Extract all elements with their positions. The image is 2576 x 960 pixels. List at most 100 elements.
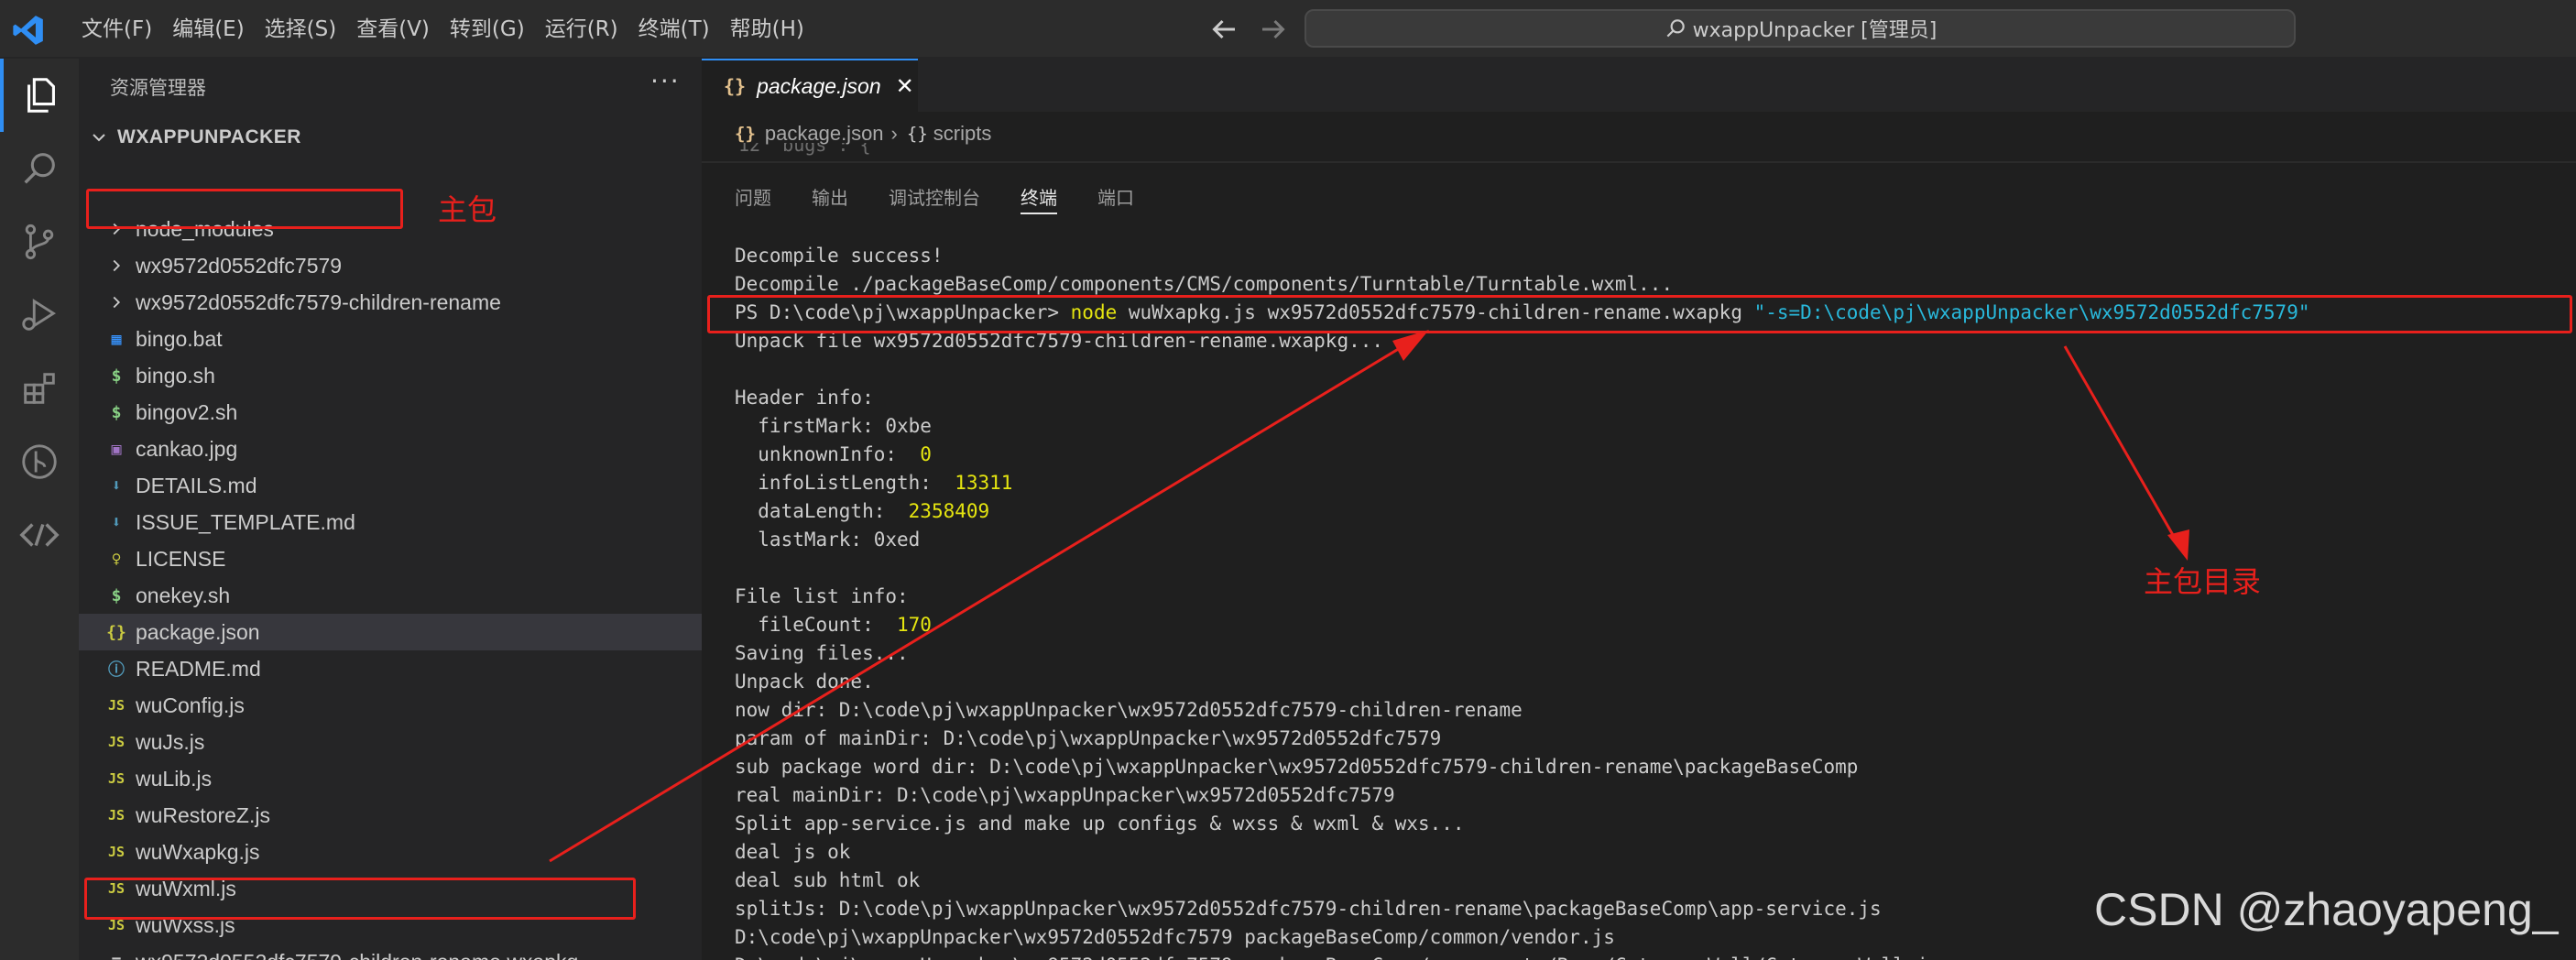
- more-actions-icon[interactable]: ···: [650, 66, 681, 96]
- tree-file[interactable]: JS wuWxapkg.js: [79, 834, 702, 870]
- tree-item-label: wuWxapkg.js: [136, 839, 260, 864]
- terminal-line: Split app-service.js and make up configs…: [735, 810, 2558, 838]
- panel-tab[interactable]: 调试控制台: [889, 183, 980, 214]
- tree-file[interactable]: $ bingo.sh: [79, 357, 702, 394]
- tree-file[interactable]: ▣ cankao.jpg: [79, 431, 702, 467]
- terminal-text: 170: [897, 614, 932, 636]
- tab-package-json[interactable]: {} package.json ✕: [702, 59, 918, 112]
- terminal-text: real mainDir: D:\code\pj\wxappUnpacker\w…: [735, 784, 1395, 806]
- tree-file[interactable]: ▦ bingo.bat: [79, 321, 702, 357]
- menu-item[interactable]: 终端(T): [628, 11, 720, 48]
- terminal-text: 0xed: [873, 529, 921, 551]
- tree-file[interactable]: ⓘ README.md: [79, 650, 702, 687]
- menu-item[interactable]: 文件(F): [71, 11, 162, 48]
- tree-file[interactable]: JS wuConfig.js: [79, 687, 702, 724]
- terminal-text: 0xbe: [885, 415, 932, 437]
- terminal-line: Header info:: [735, 384, 2558, 412]
- workspace-root[interactable]: WXAPPUNPACKER: [79, 119, 702, 156]
- terminal-text: fileCount:: [735, 614, 898, 636]
- tree-file[interactable]: ⬇ ISSUE_TEMPLATE.md: [79, 504, 702, 540]
- activity-run-debug[interactable]: [0, 278, 79, 352]
- panel-tab[interactable]: 终端: [1021, 183, 1057, 214]
- tree-item-label: wx9572d0552dfc7579: [136, 253, 343, 278]
- tree-item-label: wuJs.js: [136, 729, 205, 754]
- json-icon: {}: [724, 75, 747, 97]
- activity-remote[interactable]: [0, 498, 79, 572]
- annotation-box-command: [707, 295, 2572, 333]
- bottom-panel: 问题 输出 调试控制台 终端 端口 Decompile success! Decompil…: [702, 161, 2576, 960]
- tree-folder[interactable]: wx9572d0552dfc7579: [79, 247, 702, 284]
- tree-file[interactable]: ⬇ DETAILS.md: [79, 467, 702, 504]
- search-text: wxappUnpacker [管理员]: [1692, 19, 1937, 42]
- info-icon: ⓘ: [108, 660, 125, 680]
- run-debug-icon: [22, 299, 57, 331]
- activity-explorer[interactable]: [0, 59, 79, 132]
- activity-search[interactable]: [0, 132, 79, 205]
- license-icon: ♀: [111, 549, 122, 569]
- tree-item-label: LICENSE: [136, 546, 226, 571]
- tree-file[interactable]: {} package.json: [79, 614, 702, 650]
- terminal-text: now dir: D:\code\pj\wxappUnpacker\wx9572…: [735, 699, 1523, 721]
- terminal-line: sub package word dir: D:\code\pj\wxappUn…: [735, 753, 2558, 781]
- activity-extensions[interactable]: [0, 352, 79, 425]
- tab-title: package.json: [757, 73, 881, 98]
- workspace-root-label: WXAPPUNPACKER: [117, 126, 301, 147]
- panel-tab[interactable]: 输出: [812, 183, 848, 214]
- image-icon: ▣: [111, 439, 122, 459]
- terminal-line: unknownInfo: 0: [735, 441, 2558, 469]
- menu-item[interactable]: 帮助(H): [720, 11, 814, 48]
- tree-item-label: bingov2.sh: [136, 399, 238, 424]
- terminal-output[interactable]: Decompile success! Decompile ./packageBas…: [735, 242, 2558, 960]
- tree-file[interactable]: ♀ LICENSE: [79, 540, 702, 577]
- activity-bar: [0, 59, 79, 960]
- menu-item[interactable]: 运行(R): [535, 11, 628, 48]
- code-line: 12 "bugs": {: [738, 143, 871, 156]
- activity-source-control[interactable]: [0, 205, 79, 278]
- git-graph-icon: [22, 444, 57, 479]
- activity-git-graph[interactable]: [0, 425, 79, 498]
- tree-file[interactable]: $ bingov2.sh: [79, 394, 702, 431]
- terminal-line: infoListLength: 13311: [735, 469, 2558, 497]
- annotation-box-wxapkg: [84, 878, 636, 920]
- panel-tab[interactable]: 端口: [1097, 183, 1134, 214]
- terminal-text: Decompile ./packageBaseComp/components/C…: [735, 273, 1674, 295]
- terminal-line: Saving files...: [735, 639, 2558, 668]
- panel-tab[interactable]: 问题: [735, 183, 771, 214]
- command-center-search[interactable]: wxappUnpacker [管理员]: [1304, 9, 2296, 48]
- menu-item[interactable]: 查看(V): [346, 11, 440, 48]
- tree-file[interactable]: ≡ wx9572d0552dfc7579-children-rename.wxap…: [79, 944, 702, 960]
- shell-icon: $: [111, 402, 122, 422]
- arrow-right-icon[interactable]: [1257, 13, 1290, 46]
- chevron-right-icon: [104, 290, 128, 314]
- title-bar: 文件(F) 编辑(E) 选择(S) 查看(V) 转到(G) 运行(R) 终端(T) 帮助(H)…: [0, 0, 2576, 59]
- menu-item[interactable]: 转到(G): [440, 11, 535, 48]
- tree-file[interactable]: JS wuRestoreZ.js: [79, 797, 702, 834]
- menu-item[interactable]: 编辑(E): [162, 11, 254, 48]
- tree-item-label: ISSUE_TEMPLATE.md: [136, 509, 355, 534]
- tree-item-label: wx9572d0552dfc7579-children-rename.wxapk…: [136, 950, 578, 960]
- tree-item-label: wuLib.js: [136, 766, 213, 791]
- terminal-line: fileCount: 170: [735, 611, 2558, 639]
- terminal-line: D:\code\pj\wxappUnpacker\wx9572d0552dfc7…: [735, 952, 2558, 960]
- vscode-logo-icon: [13, 16, 43, 45]
- terminal-text: deal sub html ok: [735, 869, 921, 891]
- annotation-box-main-package: [86, 189, 403, 229]
- arrow-left-icon[interactable]: [1207, 13, 1240, 46]
- panel-tabs: 问题 输出 调试控制台 终端 端口: [735, 183, 1174, 214]
- editor-tabs: {} package.json ✕: [702, 59, 2576, 112]
- menu-item[interactable]: 选择(S): [255, 11, 347, 48]
- file-lines-icon: ≡: [104, 950, 128, 960]
- close-icon[interactable]: ✕: [896, 73, 914, 99]
- js-icon: JS: [107, 844, 126, 860]
- source-control-icon: [25, 224, 54, 260]
- tree-folder[interactable]: wx9572d0552dfc7579-children-rename: [79, 284, 702, 321]
- object-icon: {}: [906, 124, 928, 144]
- menu-bar: 文件(F) 编辑(E) 选择(S) 查看(V) 转到(G) 运行(R) 终端(T) 帮助(H): [71, 0, 814, 59]
- tree-file[interactable]: JS wuJs.js: [79, 724, 702, 760]
- terminal-line: lastMark: 0xed: [735, 526, 2558, 554]
- terminal-text: 13311: [955, 472, 1013, 494]
- tree-file[interactable]: $ onekey.sh: [79, 577, 702, 614]
- json-icon: {}: [106, 622, 126, 642]
- tree-file[interactable]: JS wuLib.js: [79, 760, 702, 797]
- chevron-down-icon: [93, 134, 105, 142]
